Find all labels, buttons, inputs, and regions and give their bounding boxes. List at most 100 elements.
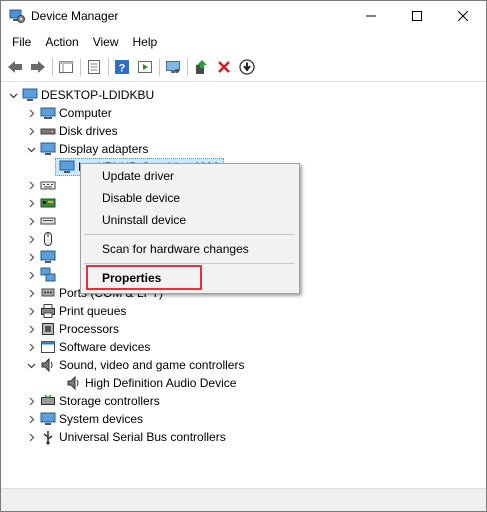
forward-button[interactable] <box>28 57 48 77</box>
maximize-button[interactable] <box>394 1 440 31</box>
chevron-right-icon[interactable] <box>25 212 37 230</box>
tree-root-label: DESKTOP-LDIDKBU <box>41 88 155 102</box>
tree-item-processors[interactable]: Processors <box>25 320 119 338</box>
window-title: Device Manager <box>31 9 119 23</box>
speaker-icon <box>66 375 82 391</box>
scan-monitor-icon <box>166 61 180 73</box>
show-hide-tree-button[interactable] <box>56 57 76 77</box>
software-device-icon <box>40 339 56 355</box>
update-driver-button[interactable] <box>191 57 211 77</box>
help-button[interactable]: ? <box>112 57 132 77</box>
chevron-right-icon[interactable] <box>25 410 37 428</box>
update-driver-menu-item[interactable]: Update driver <box>82 165 298 187</box>
chevron-right-icon[interactable] <box>25 176 37 194</box>
tree-item-storage-controllers[interactable]: Storage controllers <box>25 392 160 410</box>
menu-separator <box>84 234 294 235</box>
network-adapter-icon <box>40 267 56 283</box>
uninstall-button[interactable] <box>214 57 234 77</box>
close-button[interactable] <box>440 1 486 31</box>
tree-item-label: Print queues <box>59 304 127 318</box>
properties-button[interactable] <box>84 57 104 77</box>
menu-view[interactable]: View <box>86 31 126 53</box>
title-bar: Device Manager <box>1 1 486 31</box>
minimize-button[interactable] <box>348 1 394 31</box>
toolbar-separator <box>52 58 53 76</box>
maximize-icon <box>412 11 422 21</box>
keyboard-icon <box>40 213 56 229</box>
help-icon: ? <box>115 60 129 75</box>
scan-hardware-button[interactable] <box>163 57 183 77</box>
tree-item-label: Computer <box>59 106 112 120</box>
port-icon <box>40 285 56 301</box>
menu-bar: File Action View Help <box>1 31 486 53</box>
chevron-right-icon[interactable] <box>25 338 37 356</box>
enable-device-button[interactable] <box>237 57 257 77</box>
tree-root[interactable]: DESKTOP-LDIDKBU <box>7 86 154 104</box>
uninstall-device-menu-item[interactable]: Uninstall device <box>82 209 298 231</box>
menu-help[interactable]: Help <box>126 31 165 53</box>
system-device-icon <box>40 411 56 427</box>
action-view-button[interactable] <box>135 57 155 77</box>
chevron-right-icon[interactable] <box>25 392 37 410</box>
disable-device-menu-item[interactable]: Disable device <box>82 187 298 209</box>
chevron-down-icon[interactable] <box>25 356 37 374</box>
toolbar-separator <box>159 58 160 76</box>
display-adapter-icon <box>59 159 75 175</box>
svg-text:?: ? <box>119 63 126 75</box>
tree-item-hd-audio[interactable]: High Definition Audio Device <box>63 374 236 392</box>
tree-item-computer[interactable]: Computer <box>25 104 112 122</box>
tree-item-software-devices[interactable]: Software devices <box>25 338 150 356</box>
chevron-right-icon[interactable] <box>25 104 37 122</box>
uninstall-device-label: Uninstall device <box>102 213 187 227</box>
chevron-down-icon[interactable] <box>7 86 19 104</box>
tree-item-keyboards[interactable] <box>25 176 59 194</box>
tree-item-disk-drives[interactable]: Disk drives <box>25 122 118 140</box>
tree-item-network-adapters[interactable] <box>25 266 59 284</box>
tree-item-label: Display adapters <box>59 142 149 156</box>
back-button[interactable] <box>5 57 25 77</box>
tree-item-label: Software devices <box>59 340 151 354</box>
toolbar-separator <box>187 58 188 76</box>
tree-item-monitors[interactable] <box>25 248 59 266</box>
toolbar: ? <box>1 53 486 82</box>
tree-item-usb-controllers[interactable]: Universal Serial Bus controllers <box>25 428 226 446</box>
chevron-right-icon[interactable] <box>25 302 37 320</box>
tree-item-input-keyboard[interactable] <box>25 212 59 230</box>
toolbar-separator <box>108 58 109 76</box>
update-list-icon <box>88 60 100 74</box>
network-card-icon <box>40 195 56 211</box>
chevron-right-icon[interactable] <box>25 266 37 284</box>
status-bar <box>1 488 486 511</box>
keyboard-icon <box>40 177 56 193</box>
menu-separator <box>84 263 294 264</box>
chevron-right-icon[interactable] <box>25 428 37 446</box>
usb-icon <box>40 429 56 445</box>
tree-item-mice[interactable] <box>25 230 59 248</box>
scan-hardware-menu-item[interactable]: Scan for hardware changes <box>82 238 298 260</box>
menu-action[interactable]: Action <box>38 31 85 53</box>
monitor-icon <box>40 249 56 265</box>
uninstall-x-icon <box>218 61 230 73</box>
highlight-box <box>86 265 202 290</box>
forward-arrow-icon <box>31 61 45 73</box>
computer-icon <box>40 105 56 121</box>
chevron-right-icon[interactable] <box>25 248 37 266</box>
chevron-right-icon[interactable] <box>25 122 37 140</box>
chevron-down-icon[interactable] <box>25 140 37 158</box>
tree-item-display-adapters[interactable]: Display adapters <box>25 140 148 158</box>
run-icon <box>138 61 152 73</box>
chevron-right-icon[interactable] <box>25 230 37 248</box>
tree-item-sound-video-game[interactable]: Sound, video and game controllers <box>25 356 244 374</box>
tree-item-system-devices[interactable]: System devices <box>25 410 143 428</box>
chevron-right-icon[interactable] <box>25 320 37 338</box>
mouse-icon <box>40 231 56 247</box>
chevron-right-icon[interactable] <box>25 284 37 302</box>
tree-item-print-queues[interactable]: Print queues <box>25 302 126 320</box>
chevron-right-icon[interactable] <box>25 194 37 212</box>
tree-item-label: Sound, video and game controllers <box>59 358 245 372</box>
tree-item-label: Storage controllers <box>59 394 160 408</box>
menu-file[interactable]: File <box>5 31 38 53</box>
tree-item-network-card[interactable] <box>25 194 59 212</box>
back-arrow-icon <box>8 61 22 73</box>
tree-item-label: Universal Serial Bus controllers <box>59 430 226 444</box>
